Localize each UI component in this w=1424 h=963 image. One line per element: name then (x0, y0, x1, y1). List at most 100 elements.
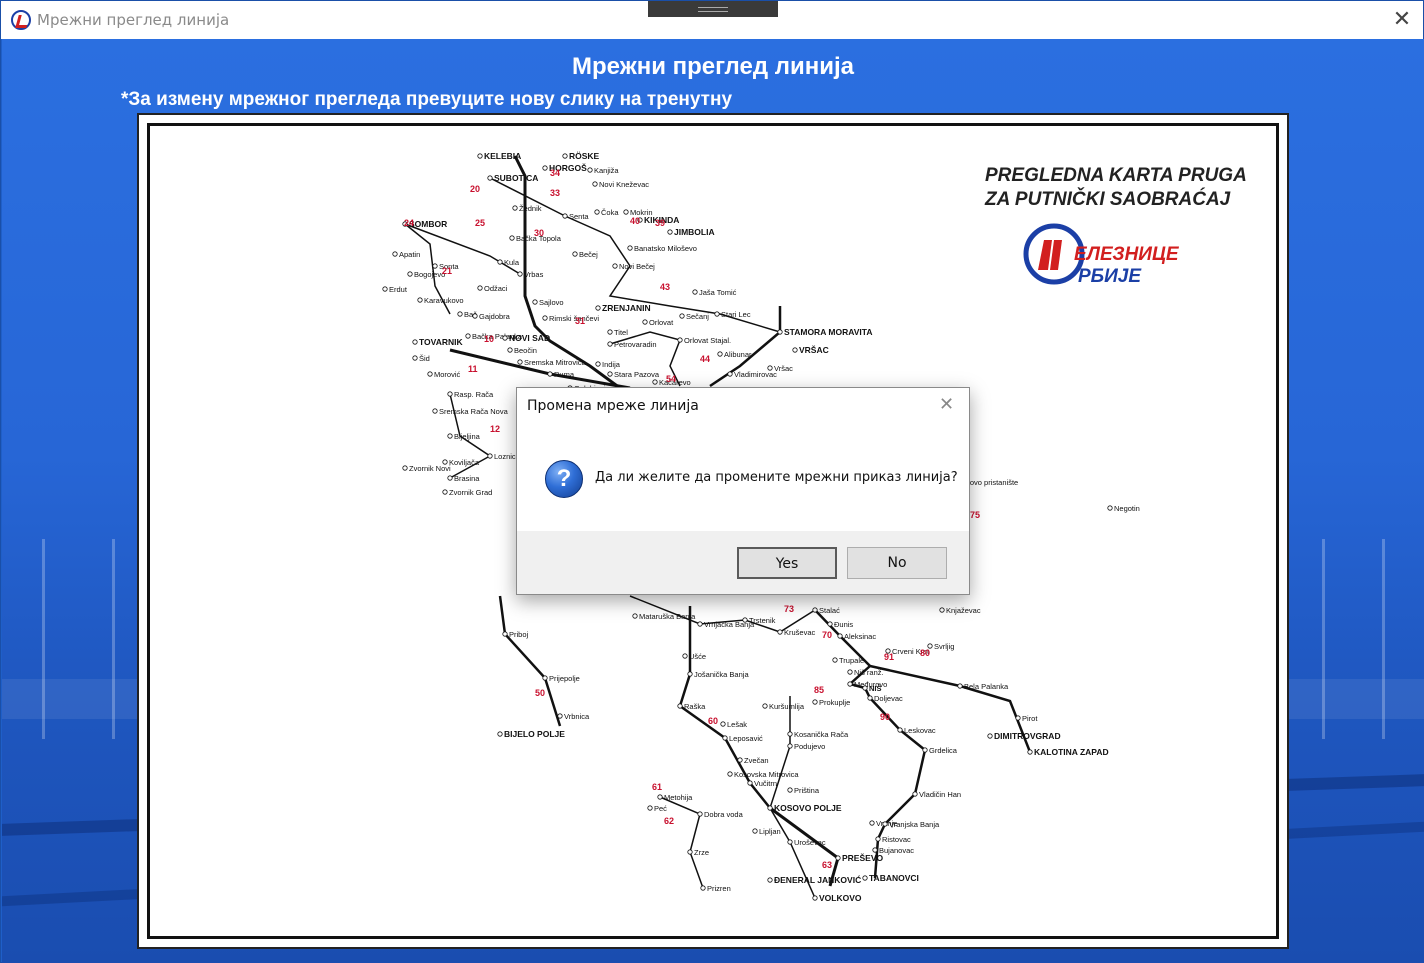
station-dot (767, 805, 773, 811)
station-dot (487, 175, 493, 181)
station-label: Knjaževac (946, 606, 981, 615)
station-dot (652, 379, 658, 385)
station-label: Peć (654, 804, 667, 813)
station-label: Vladimirovac (734, 370, 777, 379)
station-label: ĐENERAL JANKOVIĆ (774, 874, 861, 885)
station-dot (787, 839, 793, 845)
yes-button[interactable]: Yes (737, 547, 837, 579)
station-dot (542, 165, 548, 171)
line-number: 34 (550, 168, 560, 178)
station-dot (592, 181, 598, 187)
station-dot (762, 703, 768, 709)
station-dot (867, 695, 873, 701)
station-dot (742, 617, 748, 623)
station-label: KALOTINA ZAPAD (1034, 747, 1109, 757)
station-dot (417, 297, 423, 303)
station-dot (477, 285, 483, 291)
rail-line (769, 696, 816, 899)
station-dot (812, 699, 818, 705)
station-dot (812, 895, 818, 901)
station-label: Erdut (389, 285, 408, 294)
drag-handle[interactable] (648, 1, 778, 17)
station-label: Orlovat Stajal. (684, 336, 731, 345)
station-label: Titel (614, 328, 628, 337)
station-dot (509, 235, 515, 241)
station-dot (697, 621, 703, 627)
station-label: TOVARNIK (419, 337, 463, 347)
station-dot (607, 329, 613, 335)
station-label: Prokuplje (819, 698, 850, 707)
station-dot (922, 747, 928, 753)
no-button[interactable]: No (847, 547, 947, 579)
station-label: Rasp. Rača (454, 390, 494, 399)
instruction-note: *За измену мрежног прегледа превуците но… (121, 89, 733, 110)
station-dot (517, 271, 523, 277)
station-label: BIJELO POLJE (504, 729, 565, 739)
station-dot (727, 371, 733, 377)
station-dot (737, 757, 743, 763)
station-dot (507, 347, 513, 353)
line-number: 40 (630, 216, 640, 226)
line-number: 33 (550, 188, 560, 198)
station-dot (647, 805, 653, 811)
station-dot (682, 653, 688, 659)
station-label: Zvečan (744, 756, 769, 765)
station-label: Zvornik Novi (409, 464, 451, 473)
station-dot (595, 361, 601, 367)
station-label: Bečej (579, 250, 598, 259)
station-label: Ruma (554, 370, 575, 379)
station-label: Gajdobra (479, 312, 511, 321)
station-dot (679, 313, 685, 319)
station-dot (432, 263, 438, 269)
station-label: Kruševac (784, 628, 816, 637)
station-label: Senta (569, 212, 589, 221)
station-label: Lipljan (759, 827, 781, 836)
station-dot (677, 337, 683, 343)
station-label: Indija (602, 360, 621, 369)
station-label: KELEBIA (484, 151, 521, 161)
line-number: 43 (660, 282, 670, 292)
station-dot (875, 836, 881, 842)
station-dot (502, 335, 508, 341)
station-label: Novi Kneževac (599, 180, 649, 189)
station-label: Metohija (664, 793, 693, 802)
station-dot (667, 229, 673, 235)
question-icon: ? (545, 460, 583, 498)
station-label: Priboj (509, 630, 529, 639)
station-label: Beočin (514, 346, 537, 355)
station-label: Morović (434, 370, 461, 379)
station-label: Đunis (834, 620, 853, 629)
station-label: Banatsko Miloševo (634, 244, 697, 253)
station-dot (512, 205, 518, 211)
station-dot (472, 313, 478, 319)
station-label: Bujanovac (879, 846, 914, 855)
station-dot (572, 251, 578, 257)
station-dot (594, 209, 600, 215)
station-label: Čoka (601, 208, 619, 217)
station-label: ZRENJANIN (602, 303, 651, 313)
dialog-close-icon[interactable]: ✕ (939, 394, 954, 415)
station-label: Niš ranž. (854, 668, 884, 677)
station-dot (427, 371, 433, 377)
station-label: Vladičin Han (919, 790, 961, 799)
station-dot (792, 347, 798, 353)
station-dot (882, 821, 888, 827)
station-label: Koviljača (449, 458, 480, 467)
station-label: STAMORA MORAVITA (784, 327, 872, 337)
station-dot (407, 271, 413, 277)
station-dot (957, 683, 963, 689)
station-dot (847, 669, 853, 675)
station-label: Kuršumlija (769, 702, 805, 711)
station-label: KOSOVO POLJE (774, 803, 842, 813)
station-label: Priština (794, 786, 820, 795)
station-dot (837, 633, 843, 639)
window-close-button[interactable]: ✕ (1389, 7, 1415, 33)
station-label: Apatin (399, 250, 420, 259)
page-title: Мрежни преглед линија (572, 53, 854, 80)
station-dot (607, 341, 613, 347)
station-dot (595, 305, 601, 311)
station-label: Mataruška Banja (639, 612, 696, 621)
station-dot (412, 339, 418, 345)
line-number: 60 (708, 716, 718, 726)
station-dot (612, 263, 618, 269)
